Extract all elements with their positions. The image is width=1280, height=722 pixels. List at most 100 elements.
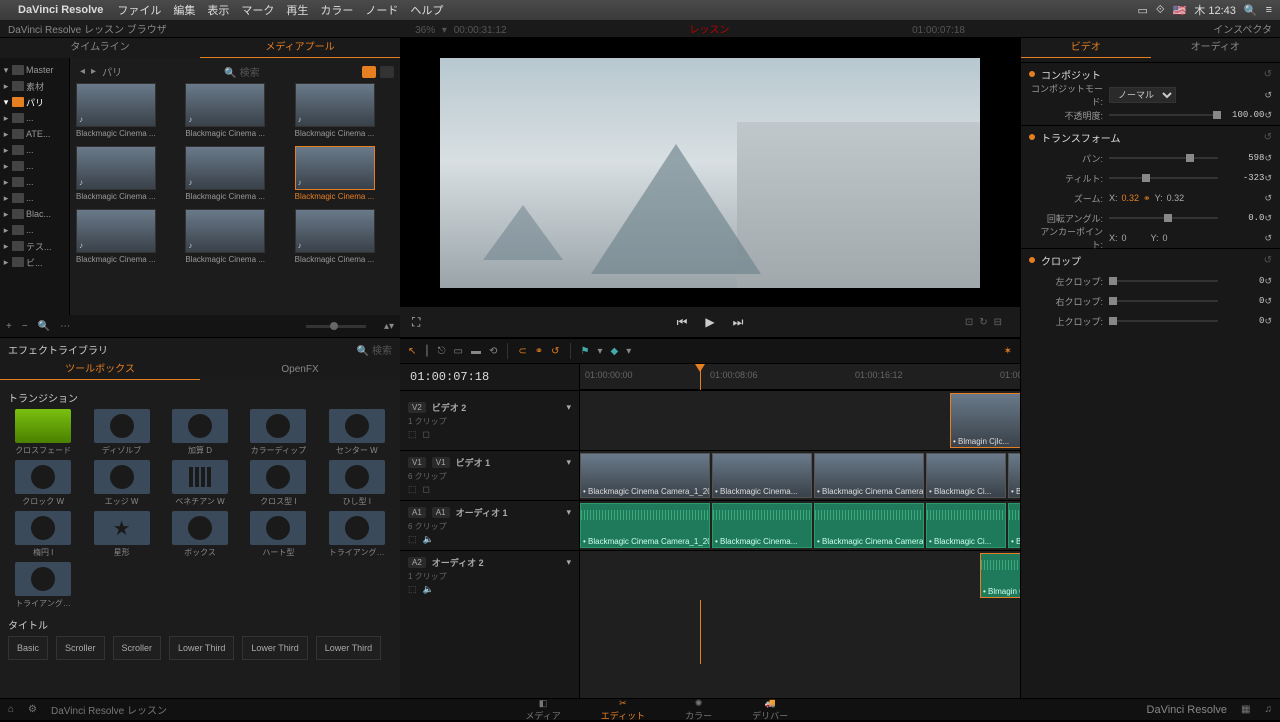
- page-color[interactable]: ✺カラー: [685, 698, 712, 722]
- tab-toolbox[interactable]: ツールボックス: [0, 360, 200, 380]
- fx-item[interactable]: ★星形: [86, 511, 156, 558]
- disable-icon[interactable]: ◻: [423, 429, 430, 440]
- audio-clip[interactable]: • Blmagin Cjlc Cin Cin Cer...: [980, 553, 1020, 598]
- video-clip[interactable]: • Blackmagic Cinema...: [712, 453, 812, 498]
- nav-fwd-icon[interactable]: ▸: [91, 66, 96, 77]
- menu-node[interactable]: ノード: [365, 2, 398, 18]
- anchor-y-value[interactable]: 0: [1163, 233, 1168, 243]
- title-preset[interactable]: Scroller: [113, 636, 162, 660]
- insert-icon[interactable]: ▭: [454, 346, 463, 357]
- menu-file[interactable]: ファイル: [117, 2, 161, 18]
- fx-item[interactable]: エッジ W: [86, 460, 156, 507]
- tab-mediapool[interactable]: メディアプール: [200, 38, 400, 58]
- zoom-x-value[interactable]: 0.32: [1122, 193, 1140, 203]
- clip-thumb[interactable]: ♪Blackmagic Cinema ...: [76, 209, 175, 264]
- flag-icon[interactable]: ⚑: [581, 346, 590, 357]
- link-icon[interactable]: ⚭: [535, 346, 543, 357]
- anchor-x-value[interactable]: 0: [1122, 233, 1127, 243]
- track-v2[interactable]: • Blmagin Cjlc...: [580, 390, 1020, 450]
- fx-item[interactable]: 加算 D: [165, 409, 235, 456]
- overwrite-icon[interactable]: ▬: [471, 346, 481, 357]
- trim-tool-icon[interactable]: ⎋: [438, 346, 446, 357]
- tab-timeline[interactable]: タイムライン: [0, 38, 200, 58]
- fx-item[interactable]: トライアングル左: [322, 511, 392, 558]
- airplay-icon[interactable]: ▭: [1138, 4, 1148, 17]
- timeline-ruler[interactable]: 01:00:00:00 01:00:08:06 01:00:16:12 01:0…: [580, 364, 1020, 390]
- marker-icon[interactable]: ◆: [611, 346, 619, 357]
- title-preset[interactable]: Lower Third: [242, 636, 307, 660]
- title-preset[interactable]: Basic: [8, 636, 48, 660]
- title-preset[interactable]: Lower Third: [169, 636, 234, 660]
- audio-clip[interactable]: • Blackmagic Cinema Camera...: [814, 503, 924, 548]
- crop-left-slider[interactable]: [1109, 280, 1218, 282]
- audio-clip[interactable]: • Blackmagic Cinema Camera_1_201...: [580, 503, 710, 548]
- fx-item[interactable]: クロック W: [8, 460, 78, 507]
- fx-item[interactable]: ベネチアン W: [165, 460, 235, 507]
- fx-item[interactable]: ハート型: [243, 511, 313, 558]
- page-media[interactable]: ◧メディア: [525, 698, 560, 722]
- page-deliver[interactable]: 🚚デリバー: [752, 698, 788, 722]
- fx-item[interactable]: ひし型 I: [322, 460, 392, 507]
- ripple-icon[interactable]: ↺: [551, 346, 559, 357]
- tab-audio[interactable]: オーディオ: [1151, 38, 1280, 58]
- clock[interactable]: 木 12:43: [1194, 2, 1236, 18]
- spotlight-icon[interactable]: 🔍: [1244, 4, 1258, 17]
- audio-clip[interactable]: • Blackmagic Cinema...: [712, 503, 812, 548]
- menu-help[interactable]: ヘルプ: [410, 2, 443, 18]
- viewer-zoom[interactable]: 36%: [415, 25, 435, 36]
- menu-mark[interactable]: マーク: [241, 2, 274, 18]
- clip-thumb[interactable]: ♪Blackmagic Cinema ...: [76, 146, 175, 201]
- clip-thumb[interactable]: ♪Blackmagic Cinema ...: [295, 209, 394, 264]
- home-icon[interactable]: ⌂: [8, 704, 14, 715]
- reset-icon[interactable]: ↺: [1264, 69, 1272, 80]
- wifi-icon[interactable]: ⟐: [1156, 4, 1165, 17]
- audio-clip[interactable]: • Black...: [1008, 503, 1020, 548]
- video-clip[interactable]: • Black...: [1008, 453, 1020, 498]
- fullscreen-icon[interactable]: ⛶: [412, 315, 420, 330]
- fx-item[interactable]: クロスフェード: [8, 409, 78, 456]
- tab-video[interactable]: ビデオ: [1021, 38, 1151, 58]
- clip-thumb[interactable]: ♪Blackmagic Cinema ...: [76, 83, 175, 138]
- project-settings-icon[interactable]: ⚙: [28, 704, 37, 715]
- clip-thumb[interactable]: ♪Blackmagic Cinema ...: [295, 83, 394, 138]
- flag-icon[interactable]: 🇺🇸: [1173, 4, 1187, 17]
- search-icon[interactable]: 🔍: [38, 321, 50, 332]
- fx-search[interactable]: 🔍 検索: [357, 342, 392, 357]
- clip-thumb[interactable]: ♪Blackmagic Cinema ...: [185, 209, 284, 264]
- mixer-icon[interactable]: ✶: [1004, 346, 1012, 357]
- track-a2[interactable]: • Blmagin Cjlc Cin Cin Cer...: [580, 550, 1020, 600]
- list-view-icon[interactable]: [380, 66, 394, 78]
- layout-icon[interactable]: ▦: [1241, 704, 1250, 715]
- clip-thumb[interactable]: ♪Blackmagic Cinema ...: [185, 146, 284, 201]
- snap-icon[interactable]: ⊂: [518, 346, 526, 357]
- track-a1[interactable]: • Blackmagic Cinema Camera_1_201...• Bla…: [580, 500, 1020, 550]
- audio-clip[interactable]: • Blackmagic Ci...: [926, 503, 1006, 548]
- sort-icon[interactable]: ▴▾: [384, 321, 394, 332]
- audio-icon[interactable]: ♫: [1264, 704, 1272, 715]
- crop-top-slider[interactable]: [1109, 320, 1218, 322]
- menu-playback[interactable]: 再生: [286, 2, 308, 18]
- crop-right-slider[interactable]: [1109, 300, 1218, 302]
- track-v1[interactable]: • Blackmagic Cinema Camera_1_201...• Bla…: [580, 450, 1020, 500]
- rotation-slider[interactable]: [1109, 217, 1218, 219]
- clip-thumb[interactable]: ♪Blackmagic Cinema ...: [185, 83, 284, 138]
- tilt-slider[interactable]: [1109, 177, 1218, 179]
- fx-item[interactable]: ボックス: [165, 511, 235, 558]
- options-icon[interactable]: ⋯: [60, 321, 70, 332]
- video-clip[interactable]: • Blackmagic Cinema Camera_1_201...: [580, 453, 710, 498]
- blade-tool-icon[interactable]: ⎮: [424, 346, 429, 357]
- video-clip[interactable]: • Blackmagic Cinema Camera...: [814, 453, 924, 498]
- next-clip-icon[interactable]: ⏭: [733, 315, 744, 330]
- play-icon[interactable]: ▶: [705, 315, 714, 329]
- app-name[interactable]: DaVinci Resolve: [18, 4, 103, 16]
- grid-view-icon[interactable]: [362, 66, 376, 78]
- menu-view[interactable]: 表示: [207, 2, 229, 18]
- zoom-y-value[interactable]: 0.32: [1167, 193, 1185, 203]
- fx-item[interactable]: ディゾルブ: [86, 409, 156, 456]
- title-preset[interactable]: Lower Third: [316, 636, 381, 660]
- fx-item[interactable]: クロス型 I: [243, 460, 313, 507]
- timeline-timecode[interactable]: 01:00:07:18: [400, 364, 579, 390]
- fx-item[interactable]: カラーディップ: [243, 409, 313, 456]
- title-preset[interactable]: Scroller: [56, 636, 105, 660]
- prev-clip-icon[interactable]: ⏮: [677, 315, 688, 330]
